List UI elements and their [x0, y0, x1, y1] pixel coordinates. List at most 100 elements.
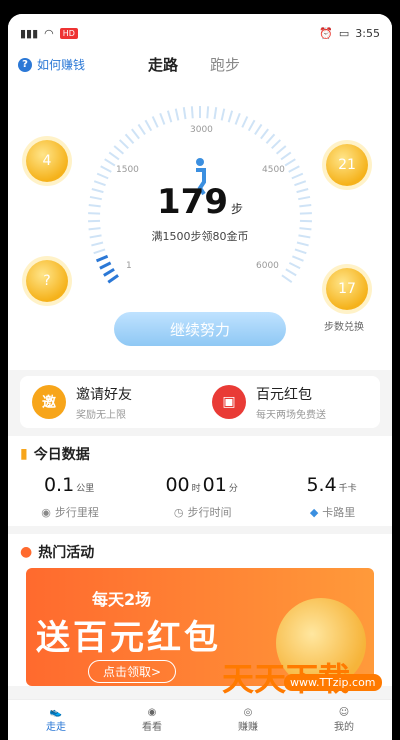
gauge-tick [284, 158, 296, 167]
gauge-tick [113, 145, 125, 155]
top-bar: ? 如何赚钱 走路 跑步 [8, 52, 392, 80]
tick-label-1: 1 [126, 261, 132, 271]
gauge-tick [118, 139, 129, 150]
banner-title: 送百元红包 [36, 618, 221, 658]
calorie-value: 5.4 [306, 474, 337, 496]
eye-icon: ◉ [147, 707, 157, 718]
nav-earn[interactable]: ◎ 赚赚 [200, 700, 296, 740]
flame-icon: ◆ [309, 505, 319, 519]
battery-icon: ▭ [338, 26, 350, 40]
distance-unit: 公里 [76, 484, 95, 494]
signal-icon: ▮▮▮ [20, 26, 39, 40]
tab-run[interactable]: 跑步 [210, 54, 240, 75]
nav-walk[interactable]: 👟 走走 [8, 700, 104, 740]
coin-value: 21 [338, 157, 356, 173]
today-data-section: ▮ 今日数据 0.1 公里 ◉ 步行里程 00 时 01 分 ◷ 步行时间 5.4 千卡 ◆ 卡路… [8, 436, 392, 526]
gauge-tick [260, 128, 269, 140]
gauge-tick [104, 158, 116, 167]
promo-cards: 邀 邀请好友 奖励无上限 ▣ 百元红包 每天两场免费送 [20, 376, 380, 428]
gauge-tick [100, 165, 112, 173]
gauge-tick [265, 133, 276, 144]
invite-friends-card[interactable]: 邀 邀请好友 奖励无上限 [20, 376, 200, 428]
step-gauge-panel: 1 1500 3000 4500 6000 4 21 ? 17 步数兑换 179… [8, 80, 392, 370]
time-stat: 00 时 01 分 ◷ 步行时间 [165, 474, 239, 520]
coin-bubble-2[interactable]: 21 [326, 144, 368, 186]
gauge-tick [182, 107, 187, 120]
nav-walk-label: 走走 [46, 722, 66, 733]
tick-label-6000: 6000 [256, 261, 279, 271]
claim-button[interactable]: 点击领取> [88, 660, 177, 683]
gauge-tick [285, 268, 297, 277]
gauge-tick [291, 172, 304, 180]
calorie-unit: 千卡 [338, 484, 357, 494]
gauge-tick [95, 254, 109, 263]
keep-going-button[interactable]: 继续努力 [114, 312, 286, 346]
bar-chart-icon: ▮ [20, 446, 28, 462]
gauge-tick [254, 123, 263, 136]
how-to-earn-link[interactable]: ? 如何赚钱 [18, 56, 85, 73]
bottom-nav: 👟 走走 ◉ 看看 ◎ 赚赚 ☺ 我的 [8, 699, 392, 740]
step-number: 179 [157, 182, 228, 222]
gauge-tick [220, 108, 226, 121]
gauge-tick [174, 108, 180, 121]
gauge-tick [103, 267, 115, 277]
gauge-tick [124, 133, 135, 144]
phone-screen: ▮▮▮ ◠ HD ⏰ ▭ 3:55 ? 如何赚钱 走路 跑步 1 1500 30… [8, 14, 392, 740]
hours-unit: 时 [191, 484, 201, 494]
gauge-tick [144, 119, 153, 132]
banner-subtitle: 每天2场 [92, 590, 152, 609]
gauge-tick [275, 145, 287, 155]
distance-stat: 0.1 公里 ◉ 步行里程 [41, 474, 99, 520]
gauge-tick [190, 106, 194, 119]
gauge-tick [288, 261, 301, 270]
how-to-earn-label: 如何赚钱 [37, 58, 86, 72]
help-icon: ? [18, 57, 32, 72]
wifi-icon: ◠ [44, 26, 54, 40]
tab-bar: 走路 跑步 [148, 54, 240, 75]
tick-label-3000: 3000 [190, 125, 213, 135]
status-bar: ▮▮▮ ◠ HD ⏰ ▭ 3:55 [8, 14, 392, 52]
gauge-tick [137, 123, 146, 136]
tick-label-4500: 4500 [262, 165, 285, 175]
gauge-tick [247, 119, 256, 132]
gauge-tick [241, 116, 249, 128]
nav-watch[interactable]: ◉ 看看 [104, 700, 200, 740]
distance-label: 步行里程 [54, 506, 99, 519]
status-badge: HD [59, 27, 78, 39]
today-title: 今日数据 [33, 447, 90, 463]
gauge-tick [151, 116, 159, 128]
nav-watch-label: 看看 [142, 722, 162, 733]
time-label: 步行时间 [187, 506, 232, 519]
nav-mine-label: 我的 [334, 722, 354, 733]
tab-walk[interactable]: 走路 [148, 54, 178, 75]
coin-bubble-1[interactable]: 4 [26, 140, 68, 182]
red-packet-card[interactable]: ▣ 百元红包 每天两场免费送 [200, 376, 380, 428]
coin-bubble-4[interactable]: 17 [326, 268, 368, 310]
shoe-icon: 👟 [49, 707, 63, 718]
red-packet-icon: ▣ [212, 385, 246, 419]
calorie-label: 卡路里 [322, 506, 356, 519]
watermark-url: www.TTzip.com [284, 674, 382, 691]
coin-bubble-3[interactable]: ? [26, 260, 68, 302]
invite-subtitle: 奖励无上限 [76, 409, 126, 421]
gauge-tick [281, 274, 293, 284]
status-time: 3:55 [355, 26, 380, 40]
coin-value: ? [43, 273, 51, 289]
gauge-tick [93, 248, 106, 255]
gauge-tick [108, 151, 120, 161]
invite-icon: 邀 [32, 385, 66, 419]
gauge-tick [131, 128, 140, 140]
user-icon: ☺ [338, 707, 350, 718]
gauge-tick [280, 151, 292, 161]
red-packet-subtitle: 每天两场免费送 [256, 409, 326, 421]
location-icon: ◉ [41, 505, 51, 519]
nav-mine[interactable]: ☺ 我的 [296, 700, 392, 740]
gauge-tick [271, 139, 282, 150]
gauge-tick [292, 255, 304, 262]
hot-title: 热门活动 [38, 545, 95, 561]
gauge-tick [159, 112, 166, 125]
gauge-tick [99, 261, 112, 270]
gauge-tick [206, 106, 210, 119]
gauge-tick [96, 172, 109, 180]
red-packet-title: 百元红包 [256, 386, 312, 403]
